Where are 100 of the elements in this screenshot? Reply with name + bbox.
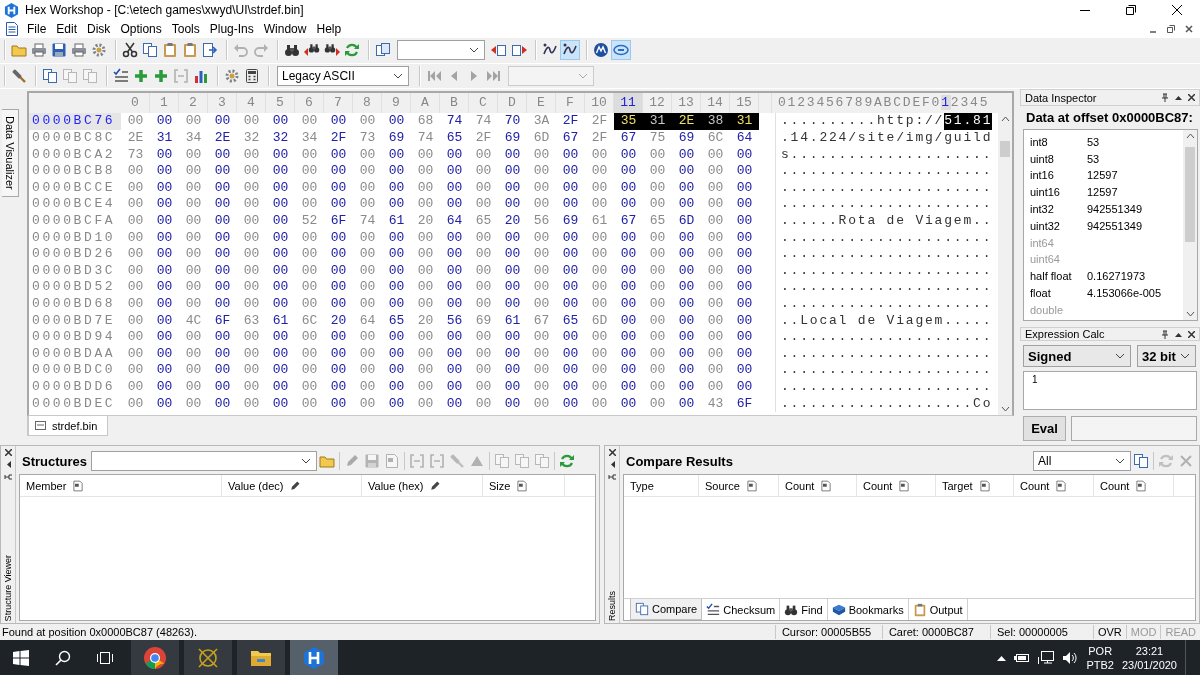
taskbar-button[interactable] [131,640,179,675]
side-tab[interactable]: Data Visualizer [2,109,19,198]
selected-bytes: 35 31 2E 38 31 [614,113,759,131]
ascii-text: ...................... [781,196,993,214]
taskbar-button[interactable] [290,640,338,675]
chevron-up-icon[interactable] [997,654,1007,661]
collapse-icon[interactable] [1175,95,1182,101]
close-icon[interactable] [4,449,12,457]
column-header[interactable]: Member [20,475,222,497]
window-title: Hex Workshop - [C:\etech games\xwyd\UI\strdef.bin] [25,3,304,17]
inspector-heading: Data at offset 0x0000BC87: [1025,109,1194,128]
panel-tab[interactable]: Output [908,599,968,621]
network-icon[interactable] [1038,650,1055,665]
dropdown[interactable] [397,40,485,61]
ascii-text: ...................... [781,362,993,379]
menu-item[interactable]: Disk [82,21,116,36]
page-icon [820,480,833,492]
hex-bytes: 00 00 00 00 00 00 52 6F 74 61 20 64 65 20 56 69 61 67 65 6D 00 00 [126,213,754,230]
column-header[interactable]: Source [699,475,779,497]
dropdown[interactable]: Legacy ASCII [277,66,409,87]
type-value: 53 [1087,135,1100,148]
column-header[interactable]: Target [936,475,1014,497]
close-icon [1185,24,1193,33]
clock[interactable]: 23:21 23/01/2020 [1121,643,1177,672]
restore-icon [1167,24,1175,33]
menu-item[interactable]: File [22,21,52,36]
column-header[interactable]: Count [857,475,936,497]
pin-icon[interactable] [3,473,13,482]
column-header[interactable]: Value (dec) [222,475,362,497]
taskbar-button[interactable] [237,640,285,675]
panel-title: Data Inspector [1025,92,1098,104]
row-offset: 0000BD3C [31,262,117,280]
restore-button[interactable] [1164,22,1178,36]
document-tab[interactable]: strdef.bin [28,416,109,437]
scroll-thumb[interactable] [1000,141,1010,158]
close-icon[interactable] [1188,331,1195,338]
pin-icon[interactable] [1161,93,1169,103]
caret-icon [1115,353,1125,360]
scroll-thumb[interactable] [1185,147,1195,243]
crosshair-icon [196,645,220,670]
pin-icon[interactable] [607,473,617,482]
minimize-icon [1080,9,1090,11]
menu-item[interactable]: Edit [51,21,83,36]
column-header: A [411,93,440,114]
row-offset: 0000BCE4 [31,196,117,214]
battery-icon[interactable] [1014,652,1031,663]
menu-item[interactable]: Window [258,21,312,36]
column-header[interactable]: Value (hex) [362,475,483,497]
column-header[interactable]: Type [624,475,699,497]
speaker-icon[interactable] [1062,650,1079,665]
row-offset: 0000BD26 [31,246,117,263]
menu-item[interactable]: Help [311,21,347,36]
oval-logo-icon[interactable] [611,40,631,61]
windows-logo-icon [13,649,29,666]
structure-dropdown[interactable] [91,451,318,472]
collapse-icon[interactable] [5,461,11,469]
minimize-icon [1149,30,1157,33]
caret-icon [1115,458,1125,465]
mode-dropdown[interactable]: Signed [1023,345,1131,368]
collapse-icon[interactable] [609,461,615,469]
row-offset: 0000BD52 [31,279,117,296]
row-offset: 0000BDD6 [31,379,117,396]
column-header[interactable]: Count [1094,475,1174,497]
language-indicator[interactable]: POR PTB2 [1086,643,1114,672]
collapse-icon[interactable] [1175,332,1182,337]
panel-tab[interactable]: Checksum [702,599,781,621]
close-icon[interactable] [608,449,616,457]
scrollbar[interactable] [998,113,1012,416]
document-icon[interactable] [6,21,18,36]
task-view-icon [96,650,114,665]
scrollbar[interactable] [1183,130,1197,321]
expression-editor[interactable]: 1 [1023,371,1197,411]
width-dropdown[interactable]: 32 bit [1137,345,1196,368]
ascii-text: ..Local de Viagem..... [781,312,993,330]
filter-dropdown[interactable]: All [1033,451,1131,472]
pin-icon[interactable] [1161,330,1169,339]
hex-bytes: 73 00 00 00 00 00 00 00 00 00 00 00 00 00 00 00 00 00 00 00 00 00 [126,146,754,164]
close-icon[interactable] [1188,94,1195,102]
type-value: 942551349 [1087,203,1143,216]
panel-tab[interactable]: Find [780,599,828,621]
hex-bytes: 00 00 00 00 00 00 00 00 00 00 68 74 74 70 3A 2F 2F [126,113,609,131]
column-header: 6 [295,93,324,114]
menu-item[interactable]: Plug-Ins [204,21,259,36]
panel-tab[interactable]: Compare [630,599,703,621]
menu-item[interactable]: Tools [166,21,205,36]
column-header[interactable]: Size [483,475,565,497]
hexagon-icon[interactable] [4,2,19,18]
menu-item[interactable]: Options [115,21,167,36]
row-offset: 0000BCCE [31,179,117,197]
hex-bytes: 00 00 00 00 00 00 00 00 00 00 00 00 00 00 00 00 00 00 00 00 00 00 [126,163,754,180]
chevron-up-icon [1185,133,1195,140]
restore-icon [1126,5,1136,15]
panel-tab[interactable]: Bookmarks [827,599,909,621]
type-value: 4.153066e-005 [1087,287,1161,300]
swirl-icon[interactable] [560,40,580,61]
taskbar-button[interactable] [184,640,232,675]
eval-button[interactable]: Eval [1023,416,1066,442]
column-header[interactable]: Count [1014,475,1094,497]
column-header: B [440,93,469,114]
column-header[interactable]: Count [779,475,857,497]
